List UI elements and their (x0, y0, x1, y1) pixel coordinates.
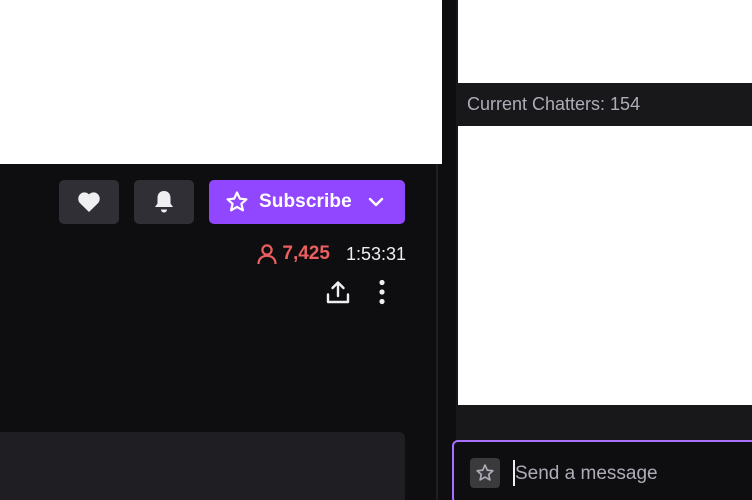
star-icon (475, 463, 495, 483)
viewer-count: 7,425 (256, 243, 330, 265)
star-icon (225, 190, 249, 214)
chat-header-area (458, 0, 752, 83)
stream-uptime: 1:53:31 (345, 243, 406, 264)
chatters-count: Current Chatters: 154 (467, 94, 641, 114)
video-player[interactable] (0, 0, 442, 164)
chat-messages[interactable] (458, 126, 752, 405)
notifications-button[interactable] (134, 180, 194, 224)
bell-icon (153, 190, 175, 214)
share-icon (325, 279, 351, 305)
share-button[interactable] (322, 276, 354, 308)
column-divider (436, 164, 438, 500)
viewer-count-value: 7,425 (282, 243, 330, 264)
more-options-button[interactable] (368, 276, 396, 308)
twitch-stream-page: Subscribe 7,425 1:53:31 Current Chatters… (0, 0, 752, 500)
subscribe-button[interactable]: Subscribe (209, 180, 405, 224)
person-icon (256, 243, 278, 265)
channel-panel (0, 432, 405, 500)
stream-stats: 7,425 1:53:31 (256, 242, 406, 266)
video-edge (442, 0, 456, 164)
follow-button[interactable] (59, 180, 119, 224)
heart-icon (77, 191, 101, 213)
emote-picker-button[interactable] (470, 458, 500, 488)
chat-input[interactable]: Send a message (452, 440, 752, 500)
chevron-down-icon[interactable] (366, 192, 386, 212)
chat-input-placeholder: Send a message (515, 463, 658, 484)
more-vertical-icon (378, 279, 386, 305)
subscribe-label: Subscribe (259, 191, 352, 212)
